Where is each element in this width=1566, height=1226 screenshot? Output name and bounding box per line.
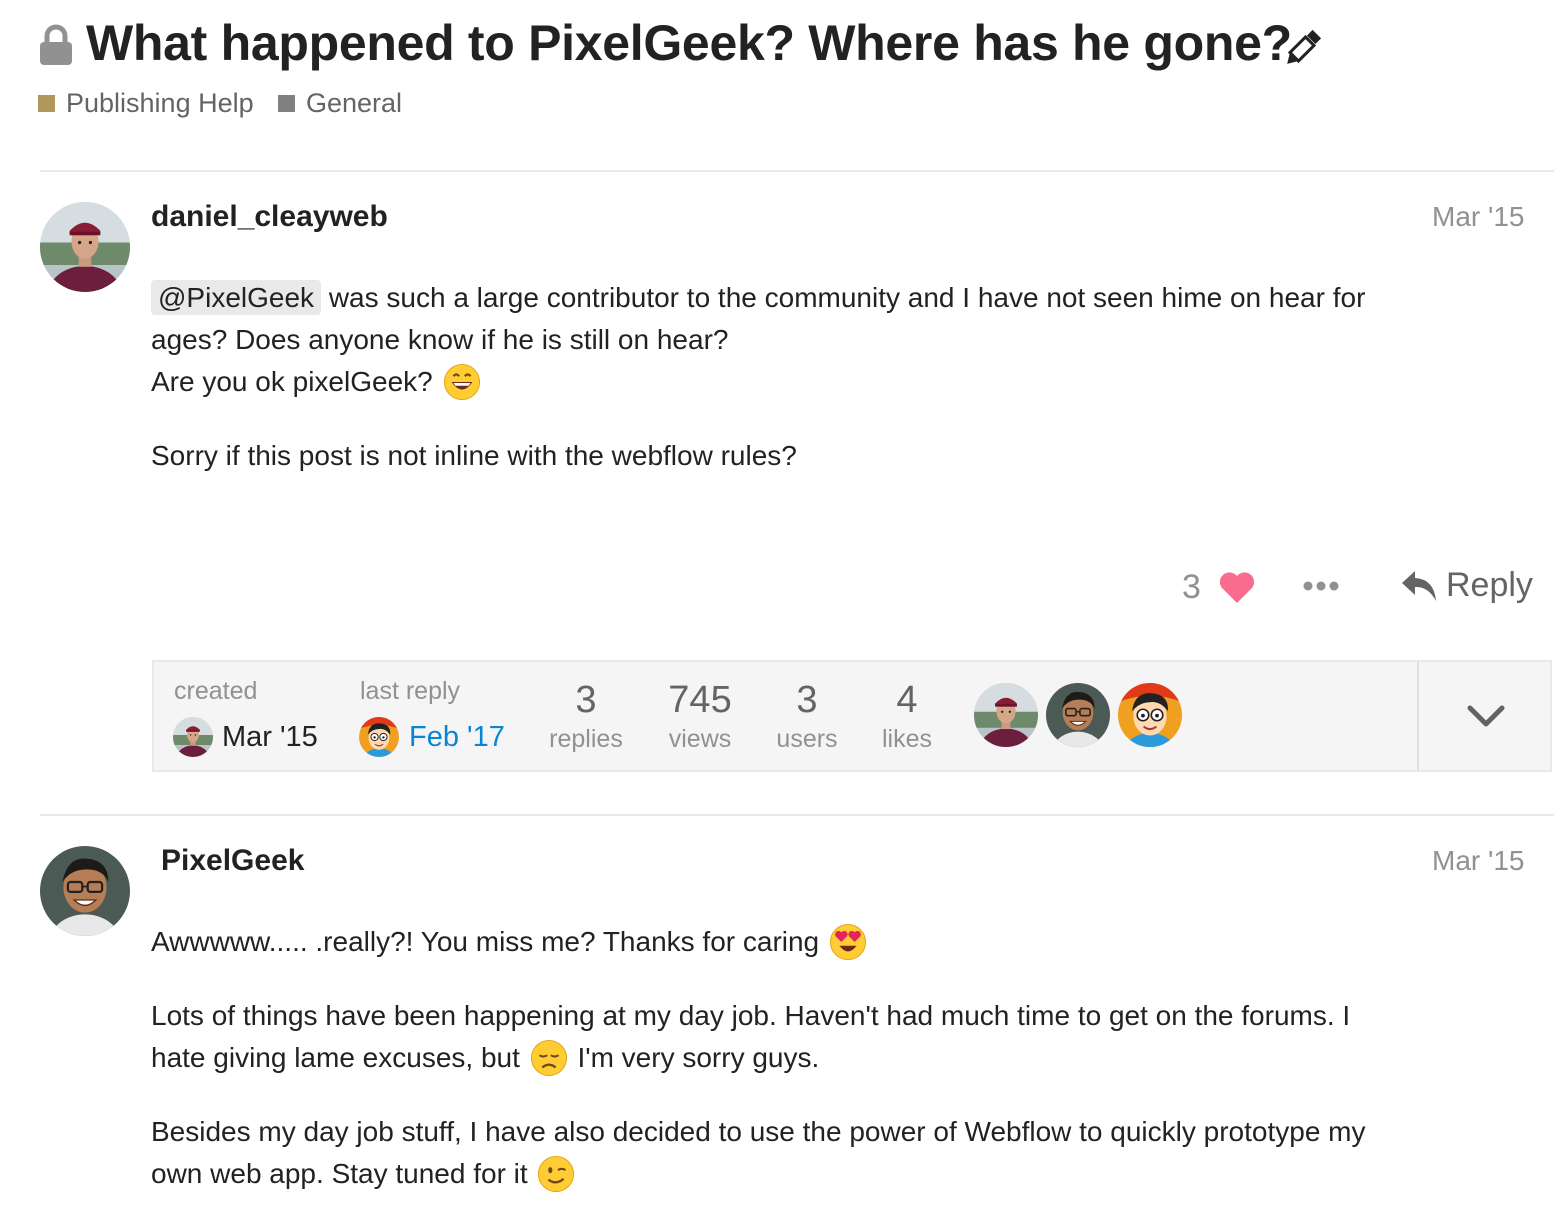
user-mention[interactable]: @PixelGeek bbox=[151, 280, 322, 315]
post-date[interactable]: Mar '15 bbox=[1432, 845, 1525, 877]
stat-likes-count: 4 bbox=[896, 679, 918, 721]
post-text: was such a large contributor to the comm… bbox=[321, 282, 1366, 313]
post-text: Awwwww..... .really?! You miss me? Thank… bbox=[151, 926, 820, 957]
post-body: @PixelGeek was such a large contributor … bbox=[151, 277, 1541, 477]
heart-icon[interactable] bbox=[1218, 570, 1256, 604]
category-badge-publishing-help[interactable]: Publishing Help bbox=[38, 88, 254, 119]
stat-views-count: 745 bbox=[668, 679, 732, 721]
avatar-daniel-cleayweb[interactable] bbox=[40, 202, 130, 292]
category-badge-general[interactable]: General bbox=[278, 88, 402, 119]
stat-likes-label: likes bbox=[881, 725, 932, 753]
lock-icon bbox=[40, 24, 72, 65]
post-text: I'm very sorry guys. bbox=[569, 1042, 820, 1073]
created-label: created bbox=[174, 677, 258, 705]
disappointed-emoji bbox=[530, 1039, 567, 1077]
created-date[interactable]: Mar '15 bbox=[222, 721, 318, 754]
reply-icon bbox=[1402, 570, 1436, 601]
avatar-daniel-cleayweb[interactable] bbox=[173, 717, 213, 757]
reply-button[interactable]: Reply bbox=[1400, 566, 1533, 605]
post-body: Awwwww..... .really?! You miss me? Thank… bbox=[151, 921, 1546, 1195]
post-text: Are you ok pixelGeek? bbox=[151, 366, 433, 397]
participant-avatar-pixelgeek[interactable] bbox=[1046, 683, 1110, 747]
avatar-last-replier[interactable] bbox=[359, 717, 399, 757]
more-icon[interactable] bbox=[1301, 577, 1341, 595]
reply-label: Reply bbox=[1446, 566, 1533, 604]
category-name: Publishing Help bbox=[66, 88, 254, 118]
last-reply-label: last reply bbox=[360, 677, 461, 705]
divider bbox=[40, 170, 1554, 172]
avatar-pixelgeek[interactable] bbox=[40, 846, 130, 936]
smile-emoji bbox=[443, 363, 480, 401]
heart-eyes-emoji bbox=[829, 923, 866, 961]
topic-title: What happened to PixelGeek? Where has he… bbox=[86, 15, 1292, 71]
participant-avatar-daniel-cleayweb[interactable] bbox=[974, 683, 1038, 747]
like-count[interactable]: 3 bbox=[1182, 568, 1201, 607]
post-text: hate giving lame excuses, but bbox=[151, 1042, 520, 1073]
post-text: Sorry if this post is not inline with th… bbox=[151, 440, 797, 471]
post-text: ages? Does anyone know if he is still on… bbox=[151, 324, 729, 355]
category-color-swatch bbox=[278, 95, 295, 112]
chevron-down-icon[interactable] bbox=[1466, 700, 1506, 730]
stat-views-label: views bbox=[668, 725, 732, 753]
stat-replies-count: 3 bbox=[575, 679, 597, 721]
participant-avatar-cartoon[interactable] bbox=[1118, 683, 1182, 747]
pencil-icon[interactable] bbox=[1279, 26, 1325, 72]
post-date[interactable]: Mar '15 bbox=[1432, 201, 1525, 233]
divider bbox=[40, 814, 1554, 816]
wink-emoji bbox=[538, 1155, 575, 1193]
last-reply-date[interactable]: Feb '17 bbox=[409, 721, 505, 754]
topic-map-divider bbox=[1417, 662, 1419, 770]
category-name: General bbox=[306, 88, 403, 118]
post-username[interactable]: daniel_cleayweb bbox=[151, 200, 388, 234]
post-username[interactable]: PixelGeek bbox=[161, 844, 304, 878]
post-text: own web app. Stay tuned for it bbox=[151, 1158, 528, 1189]
post-text: Lots of things have been happening at my… bbox=[151, 1000, 1351, 1031]
category-color-swatch bbox=[38, 95, 55, 112]
post-text: Besides my day job stuff, I have also de… bbox=[151, 1116, 1366, 1147]
stat-replies-label: replies bbox=[549, 725, 623, 753]
